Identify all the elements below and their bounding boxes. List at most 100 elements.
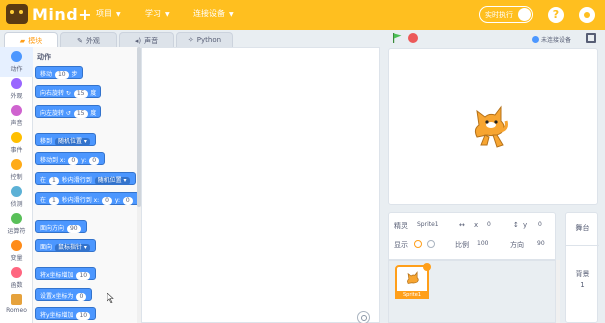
x-label: x (474, 221, 479, 229)
block-number-input[interactable]: 15 (73, 90, 88, 98)
category-variables[interactable]: 变量 (0, 236, 33, 266)
size-input[interactable]: 100 (473, 238, 499, 250)
tab-python-label: Python (196, 36, 222, 44)
block-dropdown[interactable]: 鼠标指针 ▾ (54, 244, 90, 252)
sprite-info-panel: 精灵 Sprite1 ↔ x 0 ↕ y 0 显示 比例 100 方向 90 (388, 212, 556, 260)
sprite-label: 精灵 (394, 222, 408, 230)
block-change-x[interactable]: 将x坐标增加 10 (35, 267, 97, 280)
category-label: 变量 (10, 255, 23, 262)
block-text: 向右旋转 ↻ (40, 90, 71, 97)
block-move-steps[interactable]: 移动 10 步 (35, 66, 83, 79)
block-point-direction[interactable]: 面向方向 90 (35, 220, 87, 233)
block-number-input[interactable]: 0 (68, 157, 79, 165)
green-flag-icon[interactable] (392, 33, 402, 43)
category-dot-icon (11, 186, 22, 197)
realtime-toggle[interactable]: 实时执行 (479, 6, 533, 23)
category-label: 动作 (10, 66, 23, 73)
block-number-input[interactable]: 0 (122, 197, 133, 205)
category-events[interactable]: 事件 (0, 128, 33, 158)
block-turn-right[interactable]: 向右旋转 ↻ 15 度 (35, 85, 102, 98)
hide-eye-icon[interactable] (427, 240, 435, 248)
x-input[interactable]: 0 (483, 219, 501, 231)
sprite-thumbnail[interactable]: Sprite1 (395, 263, 431, 299)
menu-connect-device[interactable]: 连接设备 ▼ (193, 8, 234, 19)
cat-sprite-icon[interactable] (471, 101, 509, 149)
category-looks[interactable]: 外观 (0, 74, 33, 104)
block-text: 步 (71, 71, 78, 78)
category-romeo[interactable]: Romeo (0, 290, 33, 320)
zoom-icon[interactable] (357, 311, 370, 323)
romeo-board-icon (11, 294, 22, 305)
palette-section-title: 动作 (37, 53, 51, 61)
tab-sounds[interactable]: ◂) 声音 (119, 32, 174, 47)
fullscreen-icon[interactable] (586, 33, 596, 43)
category-motion[interactable]: 动作 (0, 47, 33, 77)
y-input[interactable]: 0 (534, 219, 552, 231)
x-arrows-icon: ↔ (459, 221, 465, 229)
menu-learn[interactable]: 学习 ▼ (145, 8, 170, 19)
block-dropdown[interactable]: 随机位置 ▾ (94, 177, 130, 185)
tab-costumes[interactable]: ✎ 外观 (60, 32, 117, 47)
category-dot-icon (11, 213, 22, 224)
size-label: 比例 (455, 241, 469, 249)
help-icon[interactable]: ? (548, 7, 564, 23)
delete-sprite-icon[interactable] (423, 263, 431, 271)
block-glide-xy[interactable]: 在 1 秒内滑行到 x: 0 y: 0 (35, 192, 137, 205)
app-logo[interactable]: Mind+ (6, 4, 92, 24)
category-sound[interactable]: 声音 (0, 101, 33, 131)
block-number-input[interactable]: 10 (76, 272, 91, 280)
script-workspace[interactable] (141, 47, 380, 323)
toggle-knob (518, 8, 531, 21)
block-text: 向左旋转 ↺ (40, 110, 71, 117)
tab-blocks-label: 模块 (28, 37, 43, 45)
category-control[interactable]: 控制 (0, 155, 33, 185)
block-palette: 动作 移动 10 步 向右旋转 ↻ 15 度 向左旋转 ↺ 15 度 移到 随机… (33, 47, 137, 323)
sprite-list-scrollbar[interactable] (556, 260, 560, 323)
category-dot-icon (11, 267, 22, 278)
block-number-input[interactable]: 1 (48, 197, 59, 205)
block-goto[interactable]: 移到 随机位置 ▾ (35, 133, 96, 146)
block-number-input[interactable]: 0 (89, 157, 100, 165)
direction-input[interactable]: 90 (533, 238, 553, 250)
category-dot-icon (11, 105, 22, 116)
block-number-input[interactable]: 0 (102, 197, 112, 205)
device-status[interactable]: 未连接设备 (532, 35, 571, 44)
block-text: y: (114, 197, 120, 204)
block-number-input[interactable]: 90 (66, 225, 81, 233)
show-eye-icon[interactable] (414, 240, 422, 248)
block-point-towards[interactable]: 面向 鼠标指针 ▾ (35, 239, 96, 252)
tab-python[interactable]: ✧ Python (176, 32, 233, 47)
category-sensing[interactable]: 侦测 (0, 182, 33, 212)
mindplus-editor: Mind+ 项目 ▼ 学习 ▼ 连接设备 ▼ 实时执行 ? ▰ 模块 ✎ 外观 ◂) 声音 … (0, 0, 605, 323)
robot-logo-icon (6, 4, 28, 24)
block-change-y[interactable]: 将y坐标增加 10 (35, 307, 97, 320)
sprite-thumb-name: Sprite1 (395, 291, 429, 299)
category-functions[interactable]: 函数 (0, 263, 33, 293)
menu-project[interactable]: 项目 ▼ (96, 8, 121, 19)
block-text: 设置x坐标为 (40, 293, 74, 300)
block-number-input[interactable]: 15 (73, 110, 88, 118)
gear-icon[interactable] (579, 7, 595, 23)
sprite-name-input[interactable]: Sprite1 (413, 219, 451, 231)
chevron-down-icon: ▼ (165, 11, 170, 18)
block-set-x[interactable]: 设置x坐标为 0 (35, 288, 93, 301)
block-dropdown[interactable]: 随机位置 ▾ (54, 138, 90, 146)
block-number-input[interactable]: 1 (48, 177, 59, 185)
block-turn-left[interactable]: 向左旋转 ↺ 15 度 (35, 105, 102, 118)
backdrop-label: 背景 (575, 270, 590, 278)
block-goto-xy[interactable]: 移动到 x: 0 y: 0 (35, 152, 106, 165)
category-label: 运算符 (7, 228, 26, 235)
category-operators[interactable]: 运算符 (0, 209, 33, 239)
stage-selector[interactable]: 舞台 背景 1 (565, 212, 599, 323)
block-number-input[interactable]: 10 (54, 71, 69, 79)
stop-icon[interactable] (408, 33, 418, 43)
block-text: 移动到 x: (40, 157, 66, 164)
block-number-input[interactable]: 0 (76, 293, 87, 301)
block-number-input[interactable]: 10 (76, 312, 91, 320)
block-glide[interactable]: 在 1 秒内滑行到 随机位置 ▾ (35, 172, 136, 185)
device-status-label: 未连接设备 (541, 37, 572, 44)
category-label: 侦测 (10, 201, 23, 208)
stage-canvas[interactable] (388, 48, 598, 205)
divider (566, 245, 599, 246)
tab-blocks[interactable]: ▰ 模块 (4, 32, 58, 47)
